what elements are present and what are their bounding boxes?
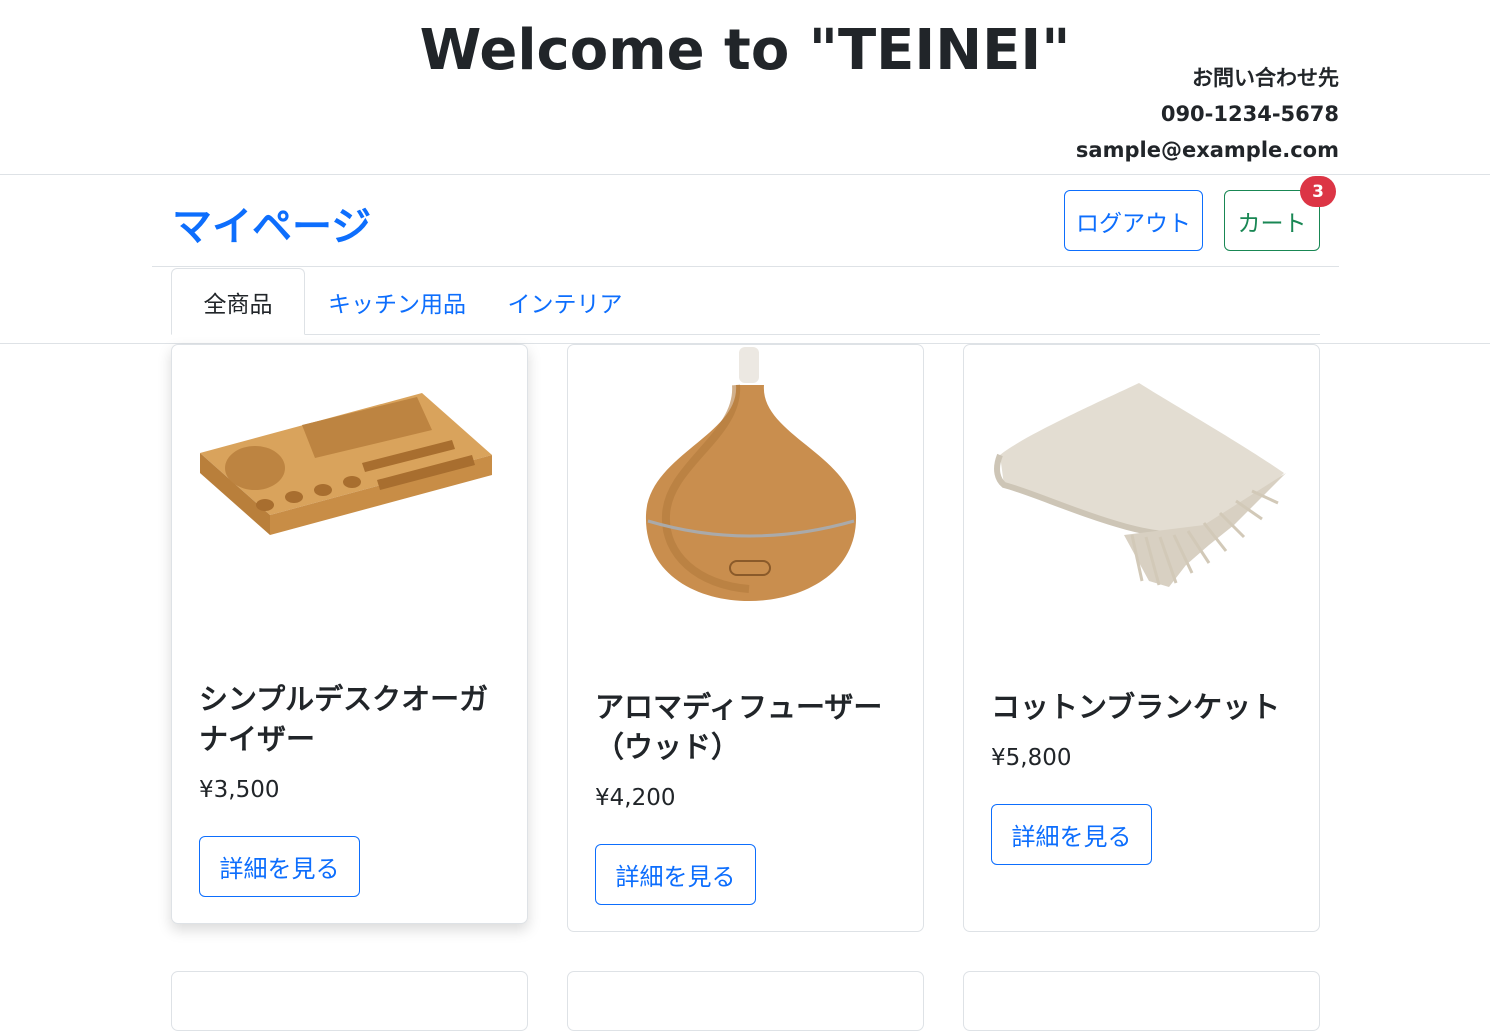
navbar: マイページ ログアウト カート 3 [152,176,1339,267]
tab-all-products[interactable]: 全商品 [171,268,305,335]
site-header: Welcome to "TEINEI" お問い合わせ先 090-1234-567… [0,0,1490,175]
product-price: ¥3,500 [199,777,280,803]
product-price: ¥5,800 [991,745,1072,771]
product-card: コットンブランケット ¥5,800 詳細を見る [963,344,1320,932]
view-details-button[interactable]: 詳細を見る [991,804,1152,865]
desk-organizer-image [200,393,492,535]
aroma-diffuser-image [645,347,857,601]
category-tabs-bar: 全商品 キッチン用品 インテリア [0,268,1490,344]
product-card [963,971,1320,1031]
cart-count-badge: 3 [1300,176,1336,207]
tab-kitchen[interactable]: キッチン用品 [315,268,479,335]
contact-label: お問い合わせ先 [1192,66,1339,90]
product-name: アロマディフューザー（ウッド） [595,690,883,764]
category-tabs: 全商品 キッチン用品 インテリア [171,268,1320,335]
logout-button[interactable]: ログアウト [1064,190,1203,251]
product-card: シンプルデスクオーガナイザー ¥3,500 詳細を見る [171,344,528,924]
tab-interior[interactable]: インテリア [499,268,631,335]
product-card: アロマディフューザー（ウッド） ¥4,200 詳細を見る [567,344,924,932]
cotton-blanket-image [994,383,1286,587]
view-details-button[interactable]: 詳細を見る [595,844,756,905]
product-name: コットンブランケット [991,690,1281,724]
product-card [567,971,924,1031]
product-price: ¥4,200 [595,785,676,811]
product-name: シンプルデスクオーガナイザー [199,682,489,756]
contact-phone: 090-1234-5678 [1160,102,1339,126]
product-card [171,971,528,1031]
contact-email: sample@example.com [1075,138,1339,162]
mypage-link[interactable]: マイページ [172,194,371,252]
contact-info: お問い合わせ先 090-1234-5678 sample@example.com [1076,60,1339,168]
view-details-button[interactable]: 詳細を見る [199,836,360,897]
